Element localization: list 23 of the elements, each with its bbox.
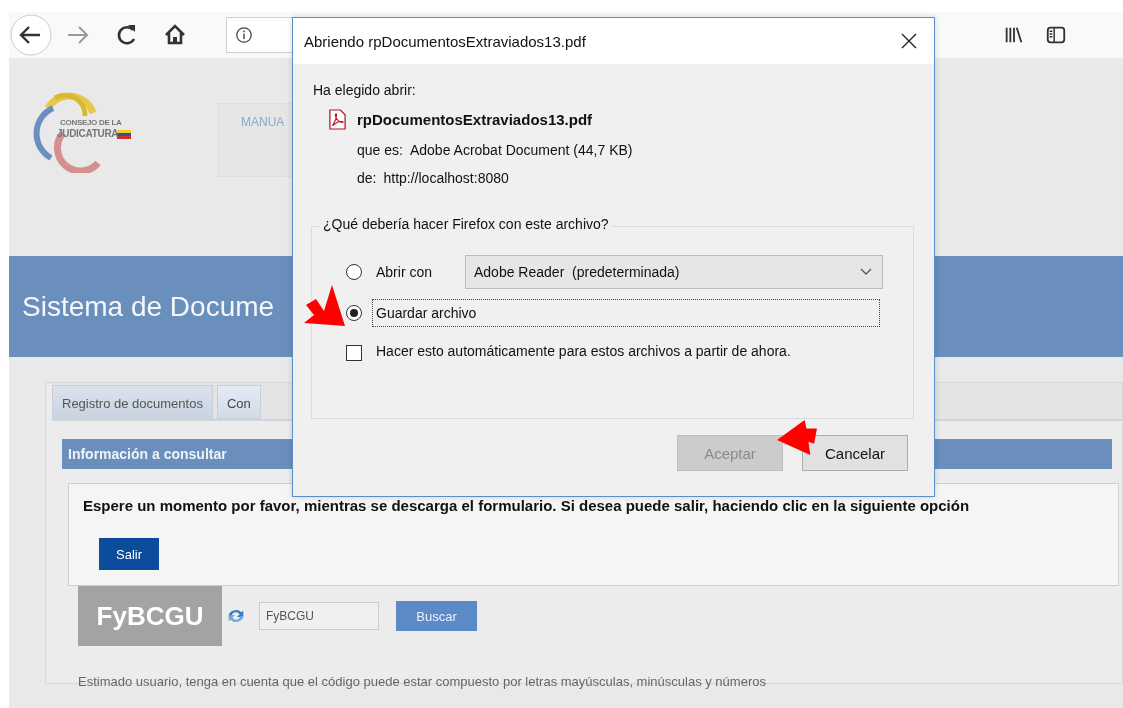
message-text: Espere un momento por favor, mientras se descarga el formulario. Si desea puede salir, haciendo clic en la siguiente opción — [83, 497, 971, 514]
type-label: que es: — [357, 142, 403, 158]
source-label: de: — [357, 170, 377, 186]
radio-label[interactable]: Abrir con — [372, 258, 455, 286]
group-title: ¿Qué debería hacer Firefox con este archivo? — [320, 216, 612, 232]
banner-title: Sistema de Docume — [22, 290, 275, 323]
checkbox-label[interactable]: Hacer esto automáticamente para estos archivos a partir de ahora. — [372, 337, 795, 365]
tab[interactable]: Con — [216, 385, 261, 419]
exit-button[interactable]: Salir — [99, 538, 159, 570]
intro-text: Ha elegido abrir: — [313, 82, 417, 98]
source-value: http://localhost:8080 — [383, 170, 509, 186]
dialog-button[interactable]: Cancelar — [802, 435, 908, 471]
tab[interactable]: Registro de documentos — [52, 385, 213, 419]
logo-text: CONSEJO DE LA — [60, 118, 122, 127]
dialog-title: Abriendo rpDocumentosExtraviados13.pdf — [304, 32, 586, 50]
captcha-input[interactable]: FyBCGU — [259, 602, 379, 630]
file-name: rpDocumentosExtraviados13.pdf — [357, 111, 593, 128]
type-value: Adobe Acrobat Document (44,7 KB) — [409, 142, 633, 158]
radio-label[interactable]: Guardar archivo — [372, 299, 880, 327]
section-title: Información a consultar — [68, 446, 227, 462]
app-dropdown[interactable]: Adobe Reader (predeterminada) — [465, 255, 883, 289]
note-text: Estimado usuario, tenga en cuenta que el código puede estar compuesto por letras mayúsculas, minúsculas y números — [78, 674, 767, 689]
captcha-code: FyBCGU — [96, 600, 204, 632]
